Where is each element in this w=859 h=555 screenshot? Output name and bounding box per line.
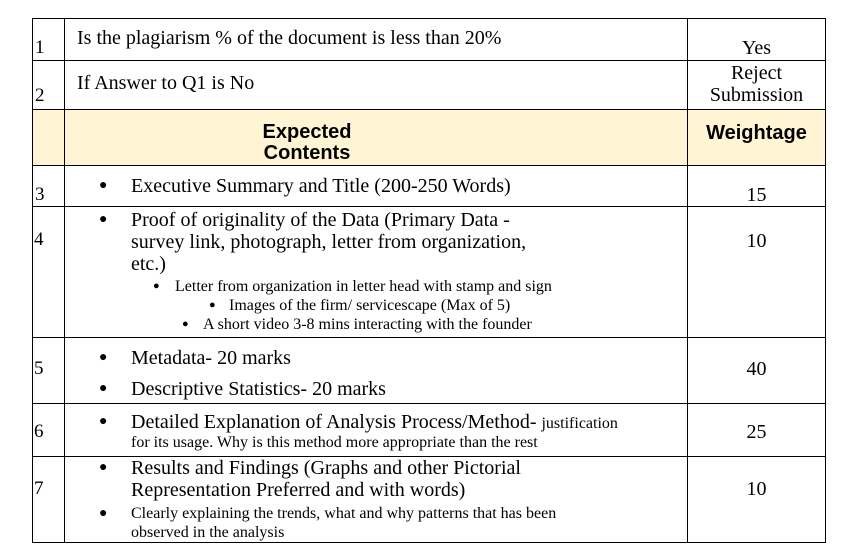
header-content: Expected Contents (64, 109, 688, 166)
list-item: ● A short video 3-8 mins interacting with… (182, 316, 532, 333)
row-content: Detailed Explanation of Analysis Process… (64, 403, 688, 457)
row-content: Proof of originality of the Data (Primar… (64, 206, 688, 338)
row-number: 1 (32, 18, 65, 61)
row-number: 6 (32, 403, 65, 457)
row-number: 2 (32, 60, 65, 110)
criteria-table: 1 Is the plagiarism % of the document is… (32, 18, 826, 543)
row-weight: 40 (687, 337, 826, 404)
table-row: 6 Detailed Explanation of Analysis Proce… (32, 403, 826, 457)
row-content: Is the plagiarism % of the document is l… (64, 18, 688, 61)
table-row: 3 Executive Summary and Title (200-250 W… (32, 165, 826, 207)
row-number: 7 (32, 456, 65, 543)
list-item: ● Images of the firm/ servicescape (Max o… (209, 297, 511, 314)
header-number-cell (32, 109, 65, 166)
row-weight: 25 (687, 403, 826, 457)
row-content: If Answer to Q1 is No (64, 60, 688, 110)
row-weight: 10 (687, 206, 826, 338)
header-weight: Weightage (687, 109, 826, 166)
table-row: 7 Results and Findings (Graphs and other… (32, 456, 826, 543)
row-number: 5 (32, 337, 65, 404)
row-weight: 15 (687, 165, 826, 207)
list-item: Proof of originality of the Data (Primar… (65, 209, 687, 275)
row-number: 3 (32, 165, 65, 207)
list-item: Descriptive Statistics- 20 marks (65, 378, 687, 400)
document-page: 1 Is the plagiarism % of the document is… (32, 18, 826, 543)
row-weight: 10 (687, 456, 826, 543)
header-row: Expected Contents Weightage (32, 109, 826, 166)
list-item: ● Letter from organization in letter head… (153, 278, 552, 295)
list-item: Detailed Explanation of Analysis Process… (65, 411, 687, 452)
table-row: 2 If Answer to Q1 is No Reject Submissio… (32, 60, 826, 110)
table-row: 1 Is the plagiarism % of the document is… (32, 18, 826, 61)
list-item: Clearly explaining the trends, what and … (65, 504, 687, 542)
row-content: Executive Summary and Title (200-250 Wor… (64, 165, 688, 207)
row-weight: Reject Submission (687, 60, 826, 110)
list-item: Executive Summary and Title (200-250 Wor… (65, 175, 687, 197)
row-weight: Yes (687, 18, 826, 61)
row-content: Metadata- 20 marks Descriptive Statistic… (64, 337, 688, 404)
list-item: Metadata- 20 marks (65, 347, 687, 369)
table-row: 5 Metadata- 20 marks Descriptive Statist… (32, 337, 826, 404)
row-content: Results and Findings (Graphs and other P… (64, 456, 688, 543)
table-row: 4 Proof of originality of the Data (Prim… (32, 206, 826, 338)
list-item: Results and Findings (Graphs and other P… (65, 457, 687, 501)
row-number: 4 (32, 206, 65, 338)
